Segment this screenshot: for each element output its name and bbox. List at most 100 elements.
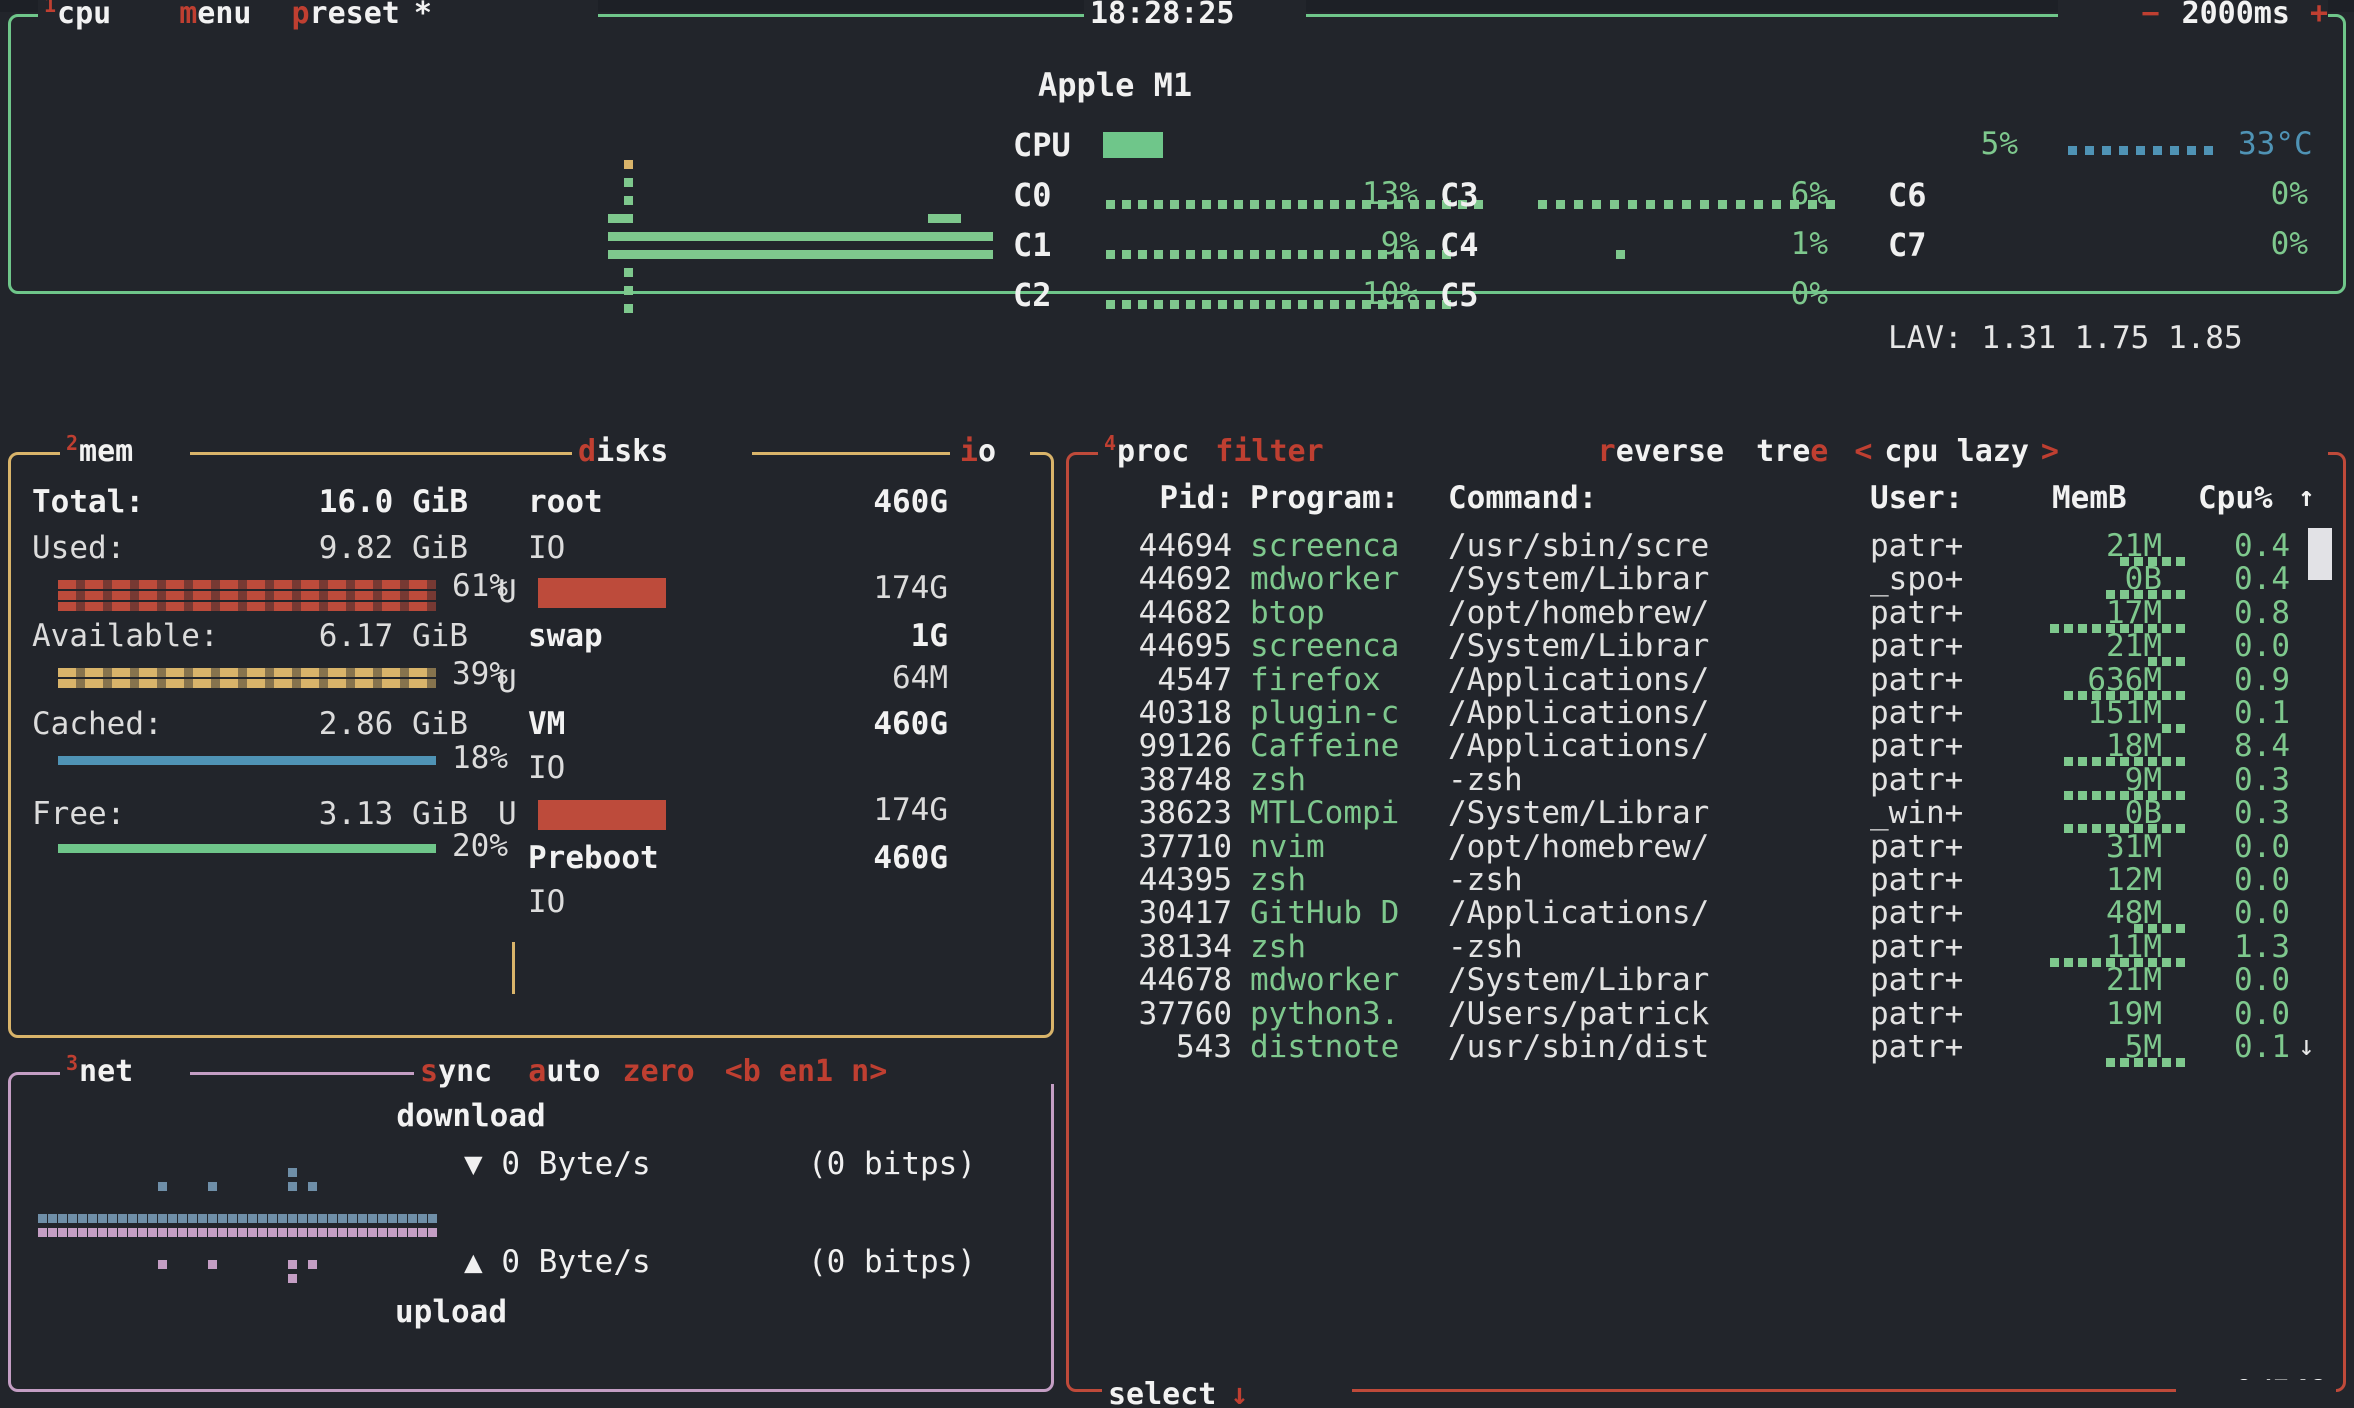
process-row[interactable]: 44695 screenca/System/Librar patr+ 21M 0.0	[1066, 628, 2346, 667]
proc-select-group[interactable]: select ↓	[1108, 1377, 1248, 1408]
io-hotkey[interactable]: i	[960, 434, 978, 469]
process-row[interactable]: 38748 zsh -zsh patr+ 9M 0.3	[1066, 762, 2346, 800]
proc-select-down-arrow-icon[interactable]: ↓	[1230, 1377, 1248, 1408]
mem-bar-cell	[346, 668, 355, 677]
col-header-user[interactable]: User:	[1870, 480, 1963, 516]
process-user: patr+	[1870, 962, 1964, 999]
sparkline-dot	[1170, 300, 1179, 309]
proc-reverse-label[interactable]: everse	[1616, 434, 1724, 469]
increase-interval-button[interactable]: +	[2310, 0, 2328, 31]
disks-hotkey[interactable]: d	[578, 434, 596, 469]
process-program: python3.	[1250, 995, 1400, 1032]
process-row[interactable]: 4547 firefox/Applications/patr+ 636M 0.9	[1066, 662, 2346, 700]
col-header-memb[interactable]: MemB	[2052, 480, 2127, 516]
process-row[interactable]: 37760 python3. /Users/patrick patr+ 19M 0.0	[1066, 995, 2346, 1032]
process-row[interactable]: 30417 GitHub D/Applications/patr+ 48M 0.0	[1066, 895, 2346, 934]
sparkline-dot	[1646, 200, 1655, 209]
process-program: nvim	[1250, 828, 1325, 865]
net-graph-cell	[288, 1168, 297, 1177]
mem-bar-cell	[139, 580, 148, 589]
cpu-preset-label[interactable]: reset	[310, 0, 400, 31]
io-label[interactable]: o	[978, 434, 996, 469]
mem-bar-cell	[337, 580, 346, 589]
mem-bar-cell	[166, 756, 175, 765]
disk-io-preboot: IO	[528, 884, 566, 920]
mem-bar-cell	[58, 668, 67, 677]
mem-bar-cell	[247, 679, 256, 688]
proc-reverse-hotkey[interactable]: r	[1598, 434, 1616, 469]
proc-scrollbar[interactable]	[2308, 528, 2332, 580]
process-row[interactable]: 44395 zsh -zsh patr+ 12M 0.0	[1066, 862, 2346, 898]
proc-tree-label[interactable]: tre	[1756, 434, 1810, 469]
net-graph-cell	[288, 1214, 297, 1223]
net-graph-cell	[118, 1214, 127, 1223]
mem-bar-cell	[265, 756, 274, 765]
disk-used-label-vm: U	[498, 796, 517, 832]
mem-bar-cell	[310, 756, 319, 765]
mem-bar-cell	[94, 844, 103, 853]
disk-used-vm: 174G	[873, 792, 948, 828]
net-auto-hotkey[interactable]: a	[528, 1054, 546, 1089]
net-graph-cell	[268, 1214, 277, 1223]
mem-bar-cell	[391, 679, 400, 688]
net-graph-cell	[328, 1214, 337, 1223]
process-row[interactable]: 44694 screenca/usr/sbin/scre patr+ 21M 0.4	[1066, 528, 2346, 566]
net-sync-label[interactable]: ync	[438, 1054, 492, 1089]
process-row[interactable]: 44678 mdworker/System/Librar patr+ 21M 0.0	[1066, 962, 2346, 999]
process-command: /System/Librar	[1448, 962, 1710, 999]
cpu-preset-hotkey[interactable]: p	[291, 0, 309, 31]
net-interface-selector[interactable]: <b en1 n>	[725, 1054, 888, 1089]
proc-tree-hotkey[interactable]: e	[1810, 434, 1828, 469]
mem-bar-cell	[283, 668, 292, 677]
proc-filter-label[interactable]: ilter	[1233, 434, 1323, 469]
process-command: /usr/sbin/scre	[1448, 528, 1710, 564]
proc-scroll-down-arrow-icon[interactable]: ↓	[2298, 1029, 2315, 1062]
process-pid: 44678	[1138, 962, 1232, 999]
cpu-menu-label[interactable]: enu	[197, 0, 251, 31]
mem-bar-cell	[94, 591, 103, 600]
io-title-group[interactable]: io	[960, 434, 996, 469]
disks-title-group[interactable]: d isks	[578, 434, 668, 469]
mem-bar-cell	[211, 591, 220, 600]
process-row[interactable]: 38623 MTLCompi/System/Librar _win+ 0B 0.3	[1066, 795, 2346, 834]
disks-label[interactable]: isks	[596, 434, 668, 469]
col-header-cpu[interactable]: Cpu%	[2198, 480, 2273, 516]
net-zero-hotkey[interactable]: z	[623, 1054, 641, 1089]
proc-select-label[interactable]: select	[1108, 1377, 1216, 1408]
mem-bar-cell	[121, 580, 130, 589]
proc-sort-prev-button[interactable]: <	[1854, 434, 1872, 469]
process-row[interactable]: 99126 Caffeine/Applications/patr+ 18M 8.4	[1066, 728, 2346, 767]
process-row[interactable]: 38134 zsh -zsh patr+ 11M 1.3	[1066, 929, 2346, 967]
col-header-program[interactable]: Program:	[1250, 480, 1399, 516]
sort-direction-arrow-icon[interactable]: ↑	[2298, 480, 2315, 513]
decrease-interval-button[interactable]: −	[2142, 0, 2160, 31]
proc-sort-next-button[interactable]: >	[2041, 434, 2059, 469]
process-row[interactable]: 44692 mdworker/System/Librar _spo+ 0B 0.4	[1066, 561, 2346, 600]
process-row[interactable]: 44682 btop/opt/homebrew/patr+ 17M 0.8	[1066, 595, 2346, 633]
mem-bar-cell	[193, 602, 202, 611]
net-zero-label[interactable]: ero	[641, 1054, 695, 1089]
net-graph-cell	[378, 1228, 387, 1237]
mem-bar-cell	[229, 668, 238, 677]
process-pid: 44395	[1138, 862, 1232, 898]
process-user: patr+	[1870, 628, 1964, 665]
mem-bar-cell	[166, 602, 175, 611]
core-label-c2: C2	[1013, 276, 1052, 314]
process-row[interactable]: 40318 plugin-c/Applications/patr+ 151M 0.1	[1066, 695, 2346, 733]
mem-value-cached: 2.86 GiB	[318, 706, 468, 742]
cpu-menu-hotkey[interactable]: m	[179, 0, 197, 31]
mem-bar-cell	[166, 591, 175, 600]
process-cpu: 0.0	[2234, 628, 2290, 665]
net-graph-cell	[308, 1182, 317, 1191]
col-header-pid[interactable]: Pid:	[1082, 480, 1234, 516]
mem-bar-cell	[373, 668, 382, 677]
proc-filter-hotkey[interactable]: f	[1215, 434, 1233, 469]
net-auto-label[interactable]: uto	[546, 1054, 600, 1089]
sparkline-dot	[1426, 200, 1435, 209]
process-row[interactable]: 37710 nvim/opt/homebrew/patr+ 31M 0.0	[1066, 828, 2346, 865]
net-sync-hotkey[interactable]: s	[420, 1054, 438, 1089]
core-sparkline-c0	[1106, 200, 1483, 209]
process-row[interactable]: 543 distnote/usr/sbin/dist patr+ 5M 0.1	[1066, 1029, 2346, 1067]
net-panel: 3 net s ync a uto z ero <b en1 n> download …	[8, 1050, 1064, 1392]
col-header-command[interactable]: Command:	[1448, 480, 1597, 516]
